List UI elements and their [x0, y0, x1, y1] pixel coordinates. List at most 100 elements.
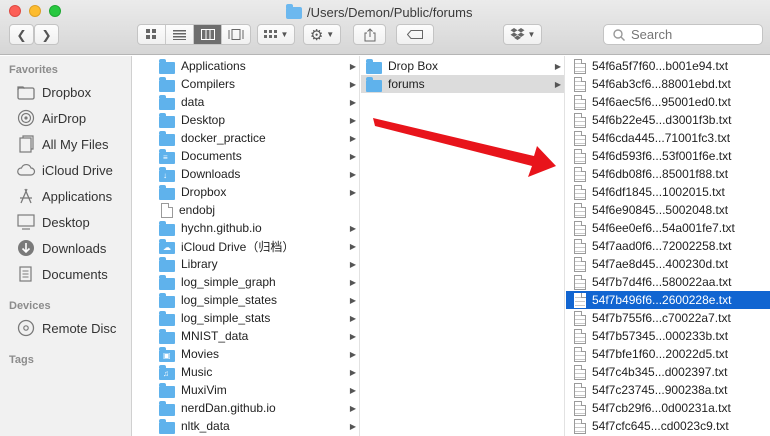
folder-icon [159, 274, 175, 290]
sidebar-item-dropbox[interactable]: Dropbox [16, 81, 91, 103]
sidebar-item-applications[interactable]: Applications [16, 185, 112, 207]
file-row[interactable]: 54f6d593f6...53f001f6e.txt [566, 147, 770, 165]
item-name: 54f7b496f6...2600228e.txt [592, 293, 732, 307]
file-row[interactable]: 54f6e90845...5002048.txt [566, 201, 770, 219]
edit-tags-button[interactable] [396, 24, 434, 45]
column-row[interactable]: hychn.github.io ▶ [133, 219, 359, 237]
file-row[interactable]: 54f7bfe1f60...20022d5.txt [566, 345, 770, 363]
applications-icon [16, 187, 36, 205]
cover-flow-button[interactable] [222, 25, 250, 44]
disclosure-triangle-icon: ▶ [349, 331, 356, 341]
share-button[interactable] [353, 24, 386, 45]
icon-view-button[interactable] [138, 25, 166, 44]
column-row[interactable]: data ▶ [133, 93, 359, 111]
file-row[interactable]: 54f7cfc645...cd0023c9.txt [566, 417, 770, 435]
folder-icon: ▣ [159, 346, 175, 362]
sidebar-item-documents[interactable]: Documents [16, 263, 108, 285]
file-row[interactable]: 54f6a5f7f60...b001e94.txt [566, 57, 770, 75]
file-row[interactable]: 54f7ae8d45...400230d.txt [566, 255, 770, 273]
column-row[interactable]: Applications ▶ [133, 57, 359, 75]
column-row[interactable]: nerdDan.github.io ▶ [133, 399, 359, 417]
folder-icon [159, 382, 175, 398]
minimize-window-button[interactable] [29, 5, 41, 17]
zoom-window-button[interactable] [49, 5, 61, 17]
column-row[interactable]: log_simple_states ▶ [133, 291, 359, 309]
column-row[interactable]: log_simple_graph ▶ [133, 273, 359, 291]
disclosure-triangle-icon: ▶ [349, 223, 356, 233]
item-name: iCloud Drive（归档） [181, 239, 295, 254]
chevron-right-icon: ❯ [41, 27, 52, 42]
file-row[interactable]: 54f7b755f6...c70022a7.txt [566, 309, 770, 327]
file-row[interactable]: 54f6aec5f6...95001ed0.txt [566, 93, 770, 111]
sidebar-item-all-my-files[interactable]: All My Files [16, 133, 108, 155]
sidebar-item-desktop[interactable]: Desktop [16, 211, 90, 233]
share-icon [364, 27, 375, 41]
column-row[interactable]: MuxiVim ▶ [133, 381, 359, 399]
column-row[interactable]: log_simple_stats ▶ [133, 309, 359, 327]
column-row[interactable]: ≡ Documents ▶ [133, 147, 359, 165]
column-row[interactable]: Desktop ▶ [133, 111, 359, 129]
item-name: data [181, 95, 205, 109]
column-row[interactable]: ♫ Music ▶ [133, 363, 359, 381]
column-row[interactable]: ▣ Movies ▶ [133, 345, 359, 363]
search-field[interactable] [603, 24, 763, 45]
file-row[interactable]: 54f6df1845...1002015.txt [566, 183, 770, 201]
column-row[interactable]: Library ▶ [133, 255, 359, 273]
sidebar-item-remote-disc[interactable]: Remote Disc [16, 317, 116, 339]
file-row[interactable]: 54f6cda445...71001fc3.txt [566, 129, 770, 147]
column-row[interactable]: MNIST_data ▶ [133, 327, 359, 345]
column-row[interactable]: Compilers ▶ [133, 75, 359, 93]
file-row[interactable]: 54f7aad0f6...72002258.txt [566, 237, 770, 255]
all-files-icon [16, 135, 36, 153]
list-icon [173, 29, 186, 40]
text-file-icon [574, 94, 586, 110]
text-file-icon [574, 184, 586, 200]
title-bar: /Users/Demon/Public/forums ❮ ❯ ▼ ⚙ ▼ ▼ S… [0, 0, 770, 55]
search-icon [613, 28, 625, 41]
file-row[interactable]: 54f7b496f6...2600228e.txt [566, 291, 770, 309]
file-row[interactable]: 54f7c4b345...d002397.txt [566, 363, 770, 381]
column-row[interactable]: Dropbox ▶ [133, 183, 359, 201]
file-row[interactable]: 54f6b22e45...d3001f3b.txt [566, 111, 770, 129]
column-row[interactable]: ↓ Downloads ▶ [133, 165, 359, 183]
column-row[interactable]: nltk_data ▶ [133, 417, 359, 435]
column-row[interactable]: forums ▶ [361, 75, 564, 93]
sidebar-item-label: iCloud Drive [42, 162, 113, 178]
file-row[interactable]: 54f6ee0ef6...54a001fe7.txt [566, 219, 770, 237]
text-file-icon [574, 166, 586, 182]
chevron-down-icon: ▼ [280, 30, 289, 39]
list-view-button[interactable] [166, 25, 194, 44]
sidebar-item-airdrop[interactable]: AirDrop [16, 107, 86, 129]
text-file-icon [574, 58, 586, 74]
sidebar-item-label: AirDrop [42, 110, 87, 126]
sidebar-item-downloads[interactable]: Downloads [16, 237, 106, 259]
column-row[interactable]: ☁ iCloud Drive（归档） ▶ [133, 237, 359, 255]
item-name: 54f7b7d4f6...580022aa.txt [592, 275, 732, 289]
item-name: docker_practice [181, 131, 266, 145]
text-file-icon [574, 76, 586, 92]
column-row[interactable]: Drop Box ▶ [361, 57, 564, 75]
forward-button[interactable]: ❯ [34, 24, 59, 45]
arrange-button[interactable]: ▼ [257, 24, 295, 45]
column-row[interactable]: endobj [133, 201, 359, 219]
search-input[interactable] [631, 27, 751, 42]
file-row[interactable]: 54f6ab3cf6...88001ebd.txt [566, 75, 770, 93]
file-row[interactable]: 54f7b57345...000233b.txt [566, 327, 770, 345]
file-row[interactable]: 54f7cb29f6...0d00231a.txt [566, 399, 770, 417]
disclosure-triangle-icon: ▶ [349, 403, 356, 413]
dropbox-button[interactable]: ▼ [503, 24, 542, 45]
file-row[interactable]: 54f6db08f6...85001f88.txt [566, 165, 770, 183]
devices-header: Devices [9, 300, 51, 312]
action-button[interactable]: ⚙ ▼ [303, 24, 341, 45]
sidebar-item-icloud-drive[interactable]: iCloud Drive [16, 159, 113, 181]
gear-icon: ⚙ [309, 26, 324, 44]
disclosure-triangle-icon: ▶ [349, 313, 356, 323]
folder-icon [159, 76, 175, 92]
column-view-button[interactable] [194, 25, 222, 44]
text-file-icon [574, 256, 586, 272]
column-row[interactable]: docker_practice ▶ [133, 129, 359, 147]
close-window-button[interactable] [9, 5, 21, 17]
file-row[interactable]: 54f7b7d4f6...580022aa.txt [566, 273, 770, 291]
back-button[interactable]: ❮ [9, 24, 34, 45]
file-row[interactable]: 54f7c23745...900238a.txt [566, 381, 770, 399]
